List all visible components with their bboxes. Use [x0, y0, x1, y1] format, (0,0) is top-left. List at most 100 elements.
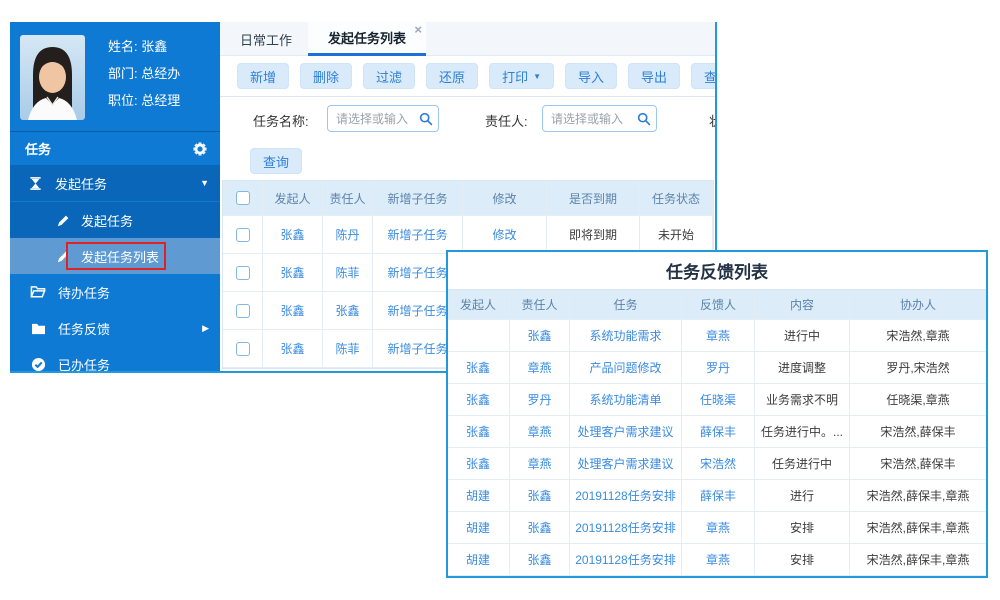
cell-link[interactable]: 陈菲	[335, 264, 359, 281]
check-circle-icon	[30, 357, 46, 372]
table-header-row: 发起人责任人新增子任务修改是否到期任务状态	[223, 181, 713, 216]
tab-label: 发起任务列表	[328, 28, 406, 47]
chevron-right-icon[interactable]: ▶	[202, 323, 209, 334]
cell-link[interactable]: 任晓渠	[700, 391, 736, 408]
export-button[interactable]: 导出	[628, 63, 680, 89]
cell-link[interactable]: 章燕	[527, 423, 551, 440]
cell-link[interactable]: 系统功能清单	[589, 391, 661, 408]
cell-link[interactable]: 章燕	[527, 359, 551, 376]
cell-link[interactable]: 章燕	[706, 551, 730, 568]
text-cell: 任务进行中。...	[755, 416, 850, 448]
cell-link[interactable]: 薛保丰	[700, 423, 736, 440]
print-button[interactable]: 打印▼	[489, 63, 554, 89]
cell-link[interactable]: 张鑫	[280, 226, 304, 243]
tab-initiate-task-list[interactable]: 发起任务列表 ×	[308, 22, 426, 56]
cell-link[interactable]: 罗丹	[527, 391, 551, 408]
cell-link[interactable]: 张鑫	[280, 302, 304, 319]
cell-link[interactable]: 张鑫	[335, 302, 359, 319]
cell-link[interactable]: 处理客户需求建议	[577, 455, 673, 472]
cell-link[interactable]: 产品问题修改	[589, 359, 661, 376]
sidebar-item-completed-tasks[interactable]: 已办任务	[10, 346, 220, 371]
cell-link[interactable]: 张鑫	[280, 264, 304, 281]
cell-link[interactable]: 宋浩然	[700, 455, 736, 472]
search-icon[interactable]	[637, 112, 651, 131]
cell-link[interactable]: 张鑫	[466, 391, 490, 408]
text-cell	[447, 320, 510, 352]
checkbox-cell	[223, 292, 263, 330]
filter-button[interactable]: 过滤	[363, 63, 415, 89]
cell-link[interactable]: 张鑫	[527, 487, 551, 504]
cell-link[interactable]: 薛保丰	[700, 487, 736, 504]
link-cell: 20191128任务安排	[570, 480, 682, 512]
sidebar-item-initiate-task-list[interactable]: 发起任务列表	[10, 238, 220, 274]
row-checkbox[interactable]	[236, 266, 250, 280]
cell-link[interactable]: 罗丹	[706, 359, 730, 376]
add-button[interactable]: 新增	[237, 63, 289, 89]
gear-icon[interactable]	[192, 141, 208, 160]
row-checkbox[interactable]	[236, 228, 250, 242]
link-cell: 张鑫	[510, 320, 570, 352]
cell-link[interactable]: 张鑫	[280, 340, 304, 357]
folder-icon	[30, 322, 46, 335]
cell-link[interactable]: 陈菲	[335, 340, 359, 357]
cell-link[interactable]: 张鑫	[527, 551, 551, 568]
view-log-button[interactable]: 查看日志	[691, 63, 715, 89]
row-checkbox[interactable]	[236, 342, 250, 356]
cell-link[interactable]: 章燕	[706, 519, 730, 536]
cell-link[interactable]: 修改	[492, 226, 516, 243]
sidebar-item-initiate-task[interactable]: 发起任务	[10, 202, 220, 238]
owner-field	[542, 105, 657, 132]
column-header: 修改	[463, 181, 547, 216]
table-row: 张鑫陈丹新增子任务修改即将到期未开始	[223, 216, 713, 254]
cell-link[interactable]: 章燕	[527, 455, 551, 472]
table-row: 胡建张鑫20191128任务安排薛保丰进行宋浩然,薛保丰,章燕	[447, 480, 987, 512]
select-all-checkbox[interactable]	[236, 191, 250, 205]
cell-link[interactable]: 胡建	[466, 551, 490, 568]
column-header: 是否到期	[547, 181, 640, 216]
pencil-icon	[55, 214, 71, 227]
restore-button[interactable]: 还原	[426, 63, 478, 89]
cell-link[interactable]: 新增子任务	[387, 264, 447, 281]
cell-link[interactable]: 20191128任务安排	[575, 551, 676, 568]
cell-link[interactable]: 新增子任务	[387, 340, 447, 357]
cell-link[interactable]: 张鑫	[527, 519, 551, 536]
delete-button[interactable]: 删除	[300, 63, 352, 89]
sidebar-item-task-feedback[interactable]: 任务反馈 ▶	[10, 310, 220, 346]
cell-link[interactable]: 新增子任务	[387, 226, 447, 243]
sidebar-item-pending-tasks[interactable]: 待办任务	[10, 274, 220, 310]
tab-daily-work[interactable]: 日常工作	[230, 22, 302, 56]
chevron-down-icon[interactable]: ▼	[200, 178, 209, 188]
cell-link[interactable]: 系统功能需求	[589, 327, 661, 344]
cell-link[interactable]: 张鑫	[466, 423, 490, 440]
cell-link[interactable]: 章燕	[706, 327, 730, 344]
link-cell: 章燕	[510, 416, 570, 448]
profile-department: 部门: 总经办	[108, 63, 180, 82]
link-cell: 张鑫	[447, 448, 510, 480]
link-cell: 章燕	[682, 512, 755, 544]
column-header: 责任人	[323, 181, 373, 216]
close-icon[interactable]: ×	[414, 23, 422, 37]
cell-link[interactable]: 张鑫	[466, 455, 490, 472]
cell-link[interactable]: 张鑫	[527, 327, 551, 344]
cell-link[interactable]: 胡建	[466, 519, 490, 536]
profile-name: 姓名: 张鑫	[108, 36, 180, 55]
sidebar-item-initiate-task-parent[interactable]: 发起任务 ▼	[10, 165, 220, 201]
cell-link[interactable]: 20191128任务安排	[575, 519, 676, 536]
import-button[interactable]: 导入	[565, 63, 617, 89]
link-cell: 张鑫	[447, 416, 510, 448]
row-checkbox[interactable]	[236, 304, 250, 318]
search-icon[interactable]	[419, 112, 433, 131]
cell-link[interactable]: 陈丹	[335, 226, 359, 243]
toolbar: 新增 删除 过滤 还原 打印▼ 导入 导出 查看日志	[220, 56, 715, 97]
cell-link[interactable]: 新增子任务	[387, 302, 447, 319]
cell-link[interactable]: 20191128任务安排	[575, 487, 676, 504]
sidebar-item-label: 发起任务	[81, 211, 133, 230]
query-button[interactable]: 查询	[250, 148, 302, 174]
cell-link[interactable]: 胡建	[466, 487, 490, 504]
cell-link[interactable]: 处理客户需求建议	[577, 423, 673, 440]
cell-link[interactable]: 张鑫	[466, 359, 490, 376]
text-cell: 业务需求不明	[755, 384, 850, 416]
link-cell: 陈丹	[323, 216, 373, 254]
status-label-clipped: 状态:	[709, 111, 715, 130]
column-header: 发起人	[263, 181, 323, 216]
